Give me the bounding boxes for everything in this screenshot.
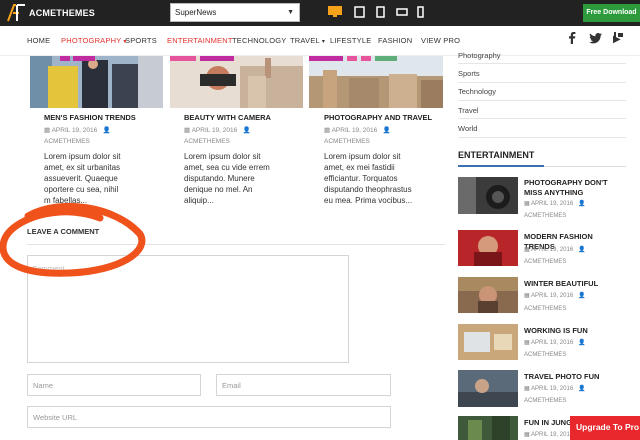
- free-download-button[interactable]: Free Download: [583, 4, 640, 22]
- upgrade-to-pro-button[interactable]: Upgrade To Pro: [570, 416, 640, 440]
- post-author[interactable]: ACMETHEMES: [524, 258, 566, 267]
- divider: [458, 63, 626, 64]
- category-sports[interactable]: Sports: [458, 69, 480, 78]
- post-author[interactable]: ACMETHEMES: [324, 138, 370, 145]
- top-bar: ACMETHEMES SuperNews ▼ Free Download: [0, 0, 640, 26]
- category-world[interactable]: World: [458, 124, 477, 133]
- post-author[interactable]: ACMETHEMES: [184, 138, 230, 145]
- youtube-icon[interactable]: ▶: [611, 31, 625, 45]
- nav-item-travel[interactable]: TRAVEL ▾: [290, 36, 325, 45]
- post-date: ▦ APRIL 19, 2016 👤: [524, 386, 586, 392]
- nav-item-lifestyle[interactable]: LIFESTYLE: [330, 36, 371, 45]
- divider: [458, 118, 626, 119]
- tablet-landscape-icon[interactable]: [354, 6, 365, 18]
- email-field[interactable]: Email: [216, 374, 391, 396]
- entertainment-thumbnail[interactable]: [458, 230, 518, 266]
- post-thumbnail-mens-fashion[interactable]: [30, 56, 163, 108]
- post-date: ▦ APRIL 19, 2016 👤: [524, 201, 586, 207]
- twitter-icon[interactable]: [589, 31, 603, 45]
- acmethemes-logo-icon: [6, 4, 26, 22]
- post-date: ▦ APRIL 19, 2016 👤: [324, 127, 391, 134]
- main-nav: HOME PHOTOGRAPHY ▾ SPORTS ENTERTAINMENT T…: [0, 26, 640, 56]
- chevron-down-icon: ▼: [287, 9, 294, 16]
- post-date: ▦ APRIL 19, 2016 👤: [44, 127, 111, 134]
- entertainment-thumbnail[interactable]: [458, 416, 518, 440]
- chevron-down-icon: ▾: [321, 39, 326, 45]
- tablet-portrait-icon[interactable]: [376, 6, 385, 18]
- nav-item-technology[interactable]: TECHNOLOGY: [232, 36, 287, 45]
- acmethemes-logo[interactable]: ACMETHEMES: [6, 4, 95, 22]
- post-date: ▦ APRIL 19, 2016 👤: [524, 293, 586, 299]
- divider: [458, 137, 626, 138]
- post-title[interactable]: BEAUTY WITH CAMERA: [184, 113, 271, 122]
- post-author[interactable]: ACMETHEMES: [524, 212, 566, 221]
- facebook-icon[interactable]: [565, 31, 579, 45]
- post-author[interactable]: ACMETHEMES: [524, 305, 566, 314]
- entertainment-heading: ENTERTAINMENT: [458, 150, 535, 160]
- desktop-view-icon[interactable]: [328, 6, 342, 18]
- heading-accent-underline: [458, 165, 544, 167]
- category-travel[interactable]: Travel: [458, 106, 479, 115]
- post-author[interactable]: ACMETHEMES: [524, 397, 566, 406]
- divider: [458, 82, 626, 83]
- entertainment-post-title[interactable]: PHOTOGRAPHY DON'T MISS ANYTHING: [524, 178, 624, 198]
- logo-text: ACMETHEMES: [29, 8, 96, 18]
- post-thumbnail-photography-and-travel[interactable]: [309, 56, 443, 108]
- website-url-field[interactable]: Website URL: [27, 406, 391, 428]
- nav-item-entertainment[interactable]: ENTERTAINMENT: [167, 36, 233, 45]
- entertainment-thumbnail[interactable]: [458, 277, 518, 313]
- nav-item-view-pro[interactable]: VIEW PRO: [421, 36, 460, 45]
- annotation-circle: [0, 196, 150, 291]
- phone-portrait-icon[interactable]: [417, 6, 424, 18]
- nav-item-home[interactable]: HOME: [27, 36, 50, 45]
- post-date: ▦ APRIL 19, 2016 👤: [184, 127, 251, 134]
- post-excerpt: Lorem ipsum dolor sit amet, ex mei fastid…: [324, 152, 413, 205]
- post-excerpt: Lorem ipsum dolor sit amet, sea cu vide e…: [184, 152, 270, 205]
- entertainment-post-title[interactable]: TRAVEL PHOTO FUN: [524, 372, 624, 382]
- category-technology[interactable]: Technology: [458, 87, 496, 96]
- entertainment-post-title[interactable]: WORKING IS FUN: [524, 326, 624, 336]
- entertainment-thumbnail[interactable]: [458, 324, 518, 360]
- post-thumbnail-beauty-with-camera[interactable]: [170, 56, 303, 108]
- post-date: ▦ APRIL 19, 2016 👤: [524, 247, 586, 253]
- divider: [458, 100, 626, 101]
- theme-select-value: SuperNews: [175, 8, 217, 17]
- entertainment-thumbnail[interactable]: [458, 370, 518, 407]
- entertainment-thumbnail[interactable]: [458, 177, 518, 214]
- nav-item-photography[interactable]: PHOTOGRAPHY ▾: [61, 36, 127, 45]
- phone-landscape-icon[interactable]: [396, 6, 408, 18]
- post-author[interactable]: ACMETHEMES: [524, 351, 566, 360]
- name-field[interactable]: Name: [27, 374, 201, 396]
- post-date: ▦ APRIL 19, 2016: [524, 432, 574, 438]
- post-title[interactable]: MEN'S FASHION TRENDS: [44, 113, 136, 122]
- post-author[interactable]: ACMETHEMES: [44, 138, 90, 145]
- post-title[interactable]: PHOTOGRAPHY AND TRAVEL: [324, 113, 432, 122]
- nav-item-fashion[interactable]: FASHION: [378, 36, 412, 45]
- category-photography[interactable]: Photography: [458, 51, 501, 60]
- post-date: ▦ APRIL 19, 2016 👤: [524, 340, 586, 346]
- theme-select[interactable]: SuperNews ▼: [170, 3, 300, 22]
- entertainment-post-title[interactable]: WINTER BEAUTIFUL: [524, 279, 624, 289]
- nav-item-sports[interactable]: SPORTS: [125, 36, 157, 45]
